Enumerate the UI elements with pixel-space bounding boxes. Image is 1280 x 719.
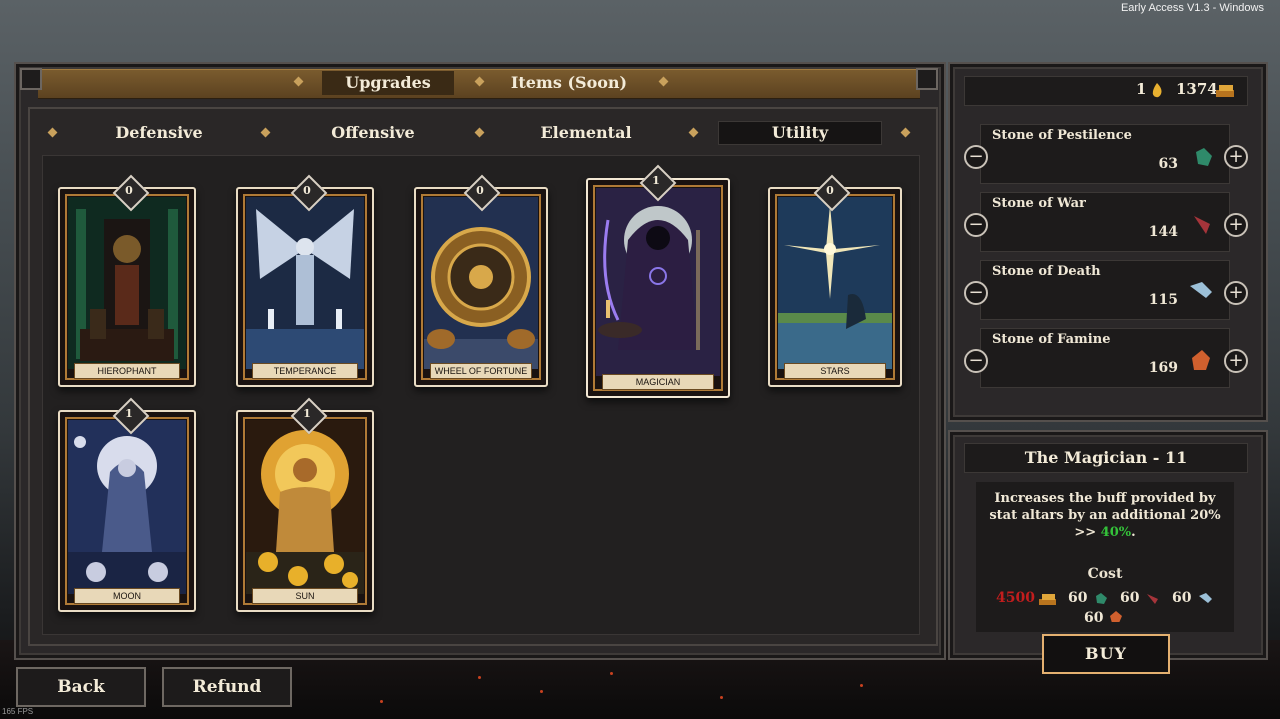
increase-famine-button[interactable]: + [1224, 349, 1248, 373]
cost-war: 60 [1120, 590, 1140, 606]
tab-utility[interactable]: Utility [718, 121, 882, 145]
fps-counter: 165 FPS [2, 707, 34, 716]
arrow-text: >> [1074, 525, 1097, 540]
ember-particle [610, 672, 613, 675]
card-moon[interactable]: MOON [58, 410, 196, 612]
cost-label: Cost [1087, 566, 1123, 582]
level-badge-text: 0 [476, 184, 484, 197]
increase-war-button[interactable]: + [1224, 213, 1248, 237]
card-label: HIEROPHANT [74, 363, 180, 379]
decrease-famine-button[interactable]: − [964, 349, 988, 373]
pestilence-stone-icon [1096, 593, 1107, 604]
upgrade-title: The Magician - 11 [964, 443, 1248, 473]
refund-button[interactable]: Refund [162, 667, 292, 707]
card-sun[interactable]: SUN [236, 410, 374, 612]
soul-flame-icon [1152, 83, 1162, 98]
famine-stone-icon [1110, 611, 1122, 622]
back-button[interactable]: Back [16, 667, 146, 707]
increase-pestilence-button[interactable]: + [1224, 145, 1248, 169]
war-stone-icon [1194, 216, 1210, 234]
frame-corner-ornament [916, 68, 938, 90]
ember-particle [380, 700, 383, 703]
ember-particle [478, 676, 481, 679]
stone-name: Stone of War [992, 196, 1086, 211]
card-label: TEMPERANCE [252, 363, 358, 379]
stone-name: Stone of Pestilence [992, 128, 1132, 143]
famine-stone-icon [1192, 350, 1210, 370]
card-label: STARS [784, 363, 886, 379]
tab-defensive[interactable]: Defensive [64, 122, 254, 144]
next-value-text: 40% [1100, 525, 1132, 540]
upgrade-description: Increases the buff provided by stat alta… [984, 490, 1226, 541]
stone-count: 115 [1148, 292, 1178, 308]
decrease-pestilence-button[interactable]: − [964, 145, 988, 169]
gold-count: 1374 [1176, 80, 1218, 98]
version-label: Early Access V1.3 - Windows [1120, 2, 1264, 14]
death-stone-icon [1190, 282, 1212, 298]
stone-count: 169 [1148, 360, 1178, 376]
pestilence-stone-icon [1196, 148, 1212, 166]
ember-particle [860, 684, 863, 687]
card-label: MAGICIAN [602, 374, 714, 390]
gold-bars-icon [1039, 594, 1056, 605]
gold-bars-icon [1216, 85, 1234, 97]
cost-gold: 4500 [996, 590, 1035, 606]
souls-count: 1 [1136, 80, 1147, 98]
level-badge-text: 0 [303, 184, 311, 197]
stone-name: Stone of Famine [992, 332, 1111, 347]
ember-particle [720, 696, 723, 699]
card-label: SUN [252, 588, 358, 604]
tab-upgrades[interactable]: Upgrades [322, 71, 454, 95]
description-text: Increases the buff provided by stat alta… [989, 491, 1221, 523]
level-badge-text: 0 [826, 184, 834, 197]
tab-offensive[interactable]: Offensive [278, 122, 468, 144]
war-stone-icon [1147, 594, 1158, 604]
level-badge-text: 1 [652, 174, 660, 187]
stone-count: 63 [1158, 156, 1178, 172]
tab-items[interactable]: Items (Soon) [494, 71, 644, 95]
cost-death: 60 [1172, 590, 1192, 606]
card-wheel-of-fortune[interactable]: WHEEL OF FORTUNE [414, 187, 548, 387]
cost-famine: 60 [1084, 610, 1104, 626]
frame-corner-ornament [20, 68, 42, 90]
buy-button[interactable]: BUY [1042, 634, 1170, 674]
increase-death-button[interactable]: + [1224, 281, 1248, 305]
tab-elemental[interactable]: Elemental [492, 122, 680, 144]
stone-count: 144 [1148, 224, 1178, 240]
cost-pestilence: 60 [1068, 590, 1088, 606]
card-label: WHEEL OF FORTUNE [430, 363, 532, 379]
card-temperance[interactable]: TEMPERANCE [236, 187, 374, 387]
stone-name: Stone of Death [992, 264, 1101, 279]
card-stars[interactable]: STARS [768, 187, 902, 387]
decrease-death-button[interactable]: − [964, 281, 988, 305]
card-label: MOON [74, 588, 180, 604]
card-magician[interactable]: MAGICIAN [586, 178, 730, 398]
level-badge-text: 1 [125, 407, 133, 420]
level-badge-text: 1 [303, 407, 311, 420]
ember-particle [540, 690, 543, 693]
card-hierophant[interactable]: HIEROPHANT [58, 187, 196, 387]
death-stone-icon [1199, 593, 1212, 603]
period-text: . [1131, 525, 1136, 540]
level-badge-text: 0 [125, 184, 133, 197]
decrease-war-button[interactable]: − [964, 213, 988, 237]
